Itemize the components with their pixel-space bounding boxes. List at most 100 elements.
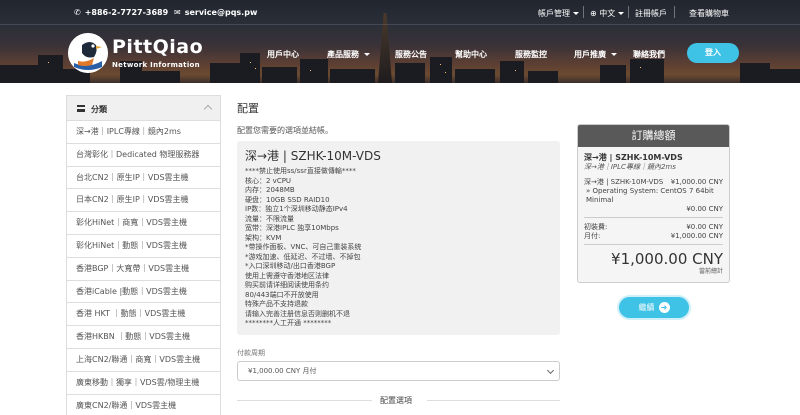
nav-help-center[interactable]: 幫助中心 bbox=[455, 49, 487, 60]
summary-os-line: Minimal bbox=[586, 196, 614, 204]
sidebar-item[interactable]: 彰化HiNet｜動態｜VDS雲主機 bbox=[66, 234, 221, 258]
sidebar-item[interactable]: 彰化HiNet｜商寬｜VDS雲主機 bbox=[66, 212, 221, 235]
category-sidebar: 分類 深→港｜IPLC專線｜鏡內2ms 台灣彰化｜Dedicated 物理服務器… bbox=[66, 95, 221, 415]
sidebar-item[interactable]: 台灣彰化｜Dedicated 物理服務器 bbox=[66, 143, 221, 167]
product-spec-line: 硬盘：10GB SSD RAID10 bbox=[245, 195, 330, 204]
sidebar-item[interactable]: 香港HKBN ｜動態｜VDS雲主機 bbox=[66, 326, 221, 349]
chevron-up-icon[interactable] bbox=[203, 104, 213, 114]
sidebar-item[interactable]: 香港 HKT ｜動態｜VDS雲主機 bbox=[66, 303, 221, 327]
product-spec-line: 购买前请详细阅读使用条约 bbox=[245, 281, 329, 289]
divider bbox=[584, 244, 723, 245]
sidebar-header[interactable]: 分類 bbox=[66, 95, 221, 121]
language-label: 中文 bbox=[599, 9, 616, 18]
sidebar-item[interactable]: 香港BGP｜大寬帶｜VDS雲主機 bbox=[66, 257, 221, 281]
monthly-label: 月付: bbox=[584, 232, 601, 240]
product-spec-line: *游戏加速、低延迟、不过墙、不掉包 bbox=[245, 252, 361, 261]
register-link[interactable]: 註冊帳戶 bbox=[635, 8, 667, 19]
language-selector[interactable]: ⊕ 中文 bbox=[590, 8, 625, 19]
billing-cycle-label: 付款周期 bbox=[237, 349, 265, 357]
view-cart-link[interactable]: 查看購物車 bbox=[689, 8, 729, 19]
product-spec-line: 请输入完善注册信息否则删机不退 bbox=[245, 309, 350, 318]
config-options-heading: 配置選項 bbox=[380, 396, 412, 405]
account-menu[interactable]: 帳戶管理 bbox=[538, 8, 579, 19]
order-summary: 訂購總額 深→港 | SZHK-10M-VDS 深→港｜IPLC專線｜鏡內2ms… bbox=[577, 124, 730, 283]
product-spec-line: 特殊产品不支持退款 bbox=[245, 300, 308, 308]
continue-label: 繼續 bbox=[638, 303, 655, 312]
continue-button[interactable]: 繼續 ➜ bbox=[619, 297, 689, 318]
nav-affiliates-label: 用戶推廣 bbox=[574, 50, 606, 59]
summary-total-label: 當前總計 bbox=[698, 268, 723, 275]
login-button[interactable]: 登入 bbox=[687, 43, 739, 63]
brand-subtitle: Network Information bbox=[112, 61, 200, 69]
nav-products[interactable]: 產品服務 bbox=[327, 49, 370, 60]
product-spec-line: 流量：不限流量 bbox=[245, 214, 294, 223]
summary-product-name: 深→港 | SZHK-10M-VDS bbox=[584, 153, 683, 162]
monthly-price: ¥1,000.00 CNY bbox=[670, 232, 723, 240]
arrow-right-icon: ➜ bbox=[658, 302, 670, 313]
line-item-label: 深→港 | SZHK-10M-VDS bbox=[584, 178, 664, 186]
sidebar-item[interactable]: 台北CN2｜原生IP｜VDS雲主機 bbox=[66, 166, 221, 190]
product-spec-line: 使用上需遵守香港地区法律 bbox=[245, 271, 329, 280]
nav-affiliates[interactable]: 用戶推廣 bbox=[574, 49, 617, 60]
billing-cycle-value: ¥1,000.00 CNY 月付 bbox=[248, 367, 317, 375]
list-icon bbox=[77, 105, 85, 112]
email-contact[interactable]: ✉ service@pqs.pw bbox=[174, 8, 257, 17]
chevron-down-icon bbox=[618, 12, 625, 15]
product-spec-line: ****禁止使用ss/ssr直接做傳輸**** bbox=[245, 167, 356, 175]
nav-contact-us[interactable]: 聯絡我們 bbox=[633, 49, 665, 60]
site-header: ✆ +886-2-7727-3689 ✉ service@pqs.pw 帳戶管理 ⊕… bbox=[0, 0, 800, 83]
product-spec-line: IP数：独立1个深圳移动静态IPv4 bbox=[245, 205, 348, 213]
line-item-price: ¥1,000.00 CNY bbox=[670, 178, 723, 186]
summary-product-group: 深→港｜IPLC專線｜鏡內2ms bbox=[584, 163, 676, 171]
chevron-down-icon bbox=[611, 53, 617, 56]
page-title: 配置 bbox=[237, 102, 259, 115]
nav-products-label: 產品服務 bbox=[327, 50, 359, 59]
sidebar-item[interactable]: 廣東移動｜獨享｜VDS雲/物理主機 bbox=[66, 371, 221, 395]
phone-icon: ✆ bbox=[74, 8, 81, 17]
bird-logo-icon bbox=[68, 33, 108, 73]
summary-monthly-row: 月付: ¥1,000.00 CNY bbox=[584, 232, 723, 241]
chevron-down-icon bbox=[364, 53, 370, 56]
product-spec-line: *入口深圳移动/出口香港BGP bbox=[245, 262, 336, 270]
divider bbox=[584, 217, 723, 218]
nav-user-center[interactable]: 用戶中心 bbox=[267, 49, 299, 60]
brand-name: PittQiao bbox=[112, 36, 204, 58]
sidebar-item[interactable]: 上海CN2/聯通｜商寬｜VDS雲主機 bbox=[66, 348, 221, 372]
summary-setup-row: 初裝費: ¥0.00 CNY bbox=[584, 223, 723, 232]
divider bbox=[583, 6, 584, 18]
envelope-icon: ✉ bbox=[174, 8, 181, 17]
sidebar-item[interactable]: 深→港｜IPLC專線｜鏡內2ms bbox=[66, 121, 221, 144]
product-spec-line: 宽带：深港IPLC 独享10Mbps bbox=[245, 224, 339, 232]
sidebar-title: 分類 bbox=[91, 105, 107, 114]
phone-contact[interactable]: ✆ +886-2-7727-3689 bbox=[74, 8, 168, 17]
divider bbox=[237, 400, 372, 401]
top-bar: ✆ +886-2-7727-3689 ✉ service@pqs.pw 帳戶管理 ⊕… bbox=[0, 0, 800, 25]
divider bbox=[674, 6, 675, 18]
sidebar-item[interactable]: 日本CN2｜原生IP｜VDS雲主機 bbox=[66, 189, 221, 213]
product-spec-line: 核心：2 vCPU bbox=[245, 176, 292, 185]
email-address: service@pqs.pw bbox=[184, 8, 258, 17]
product-name: 深→港 | SZHK-10M-VDS bbox=[245, 149, 381, 163]
chevron-down-icon bbox=[546, 366, 555, 375]
phone-number: +886-2-7727-3689 bbox=[84, 8, 169, 17]
sidebar-item[interactable]: 香港iCable |動態｜VDS雲主機 bbox=[66, 280, 221, 304]
product-spec-line: ********人工开通 ******** bbox=[245, 319, 332, 327]
product-spec-line: 架构：KVM bbox=[245, 233, 282, 242]
product-info-panel: 深→港 | SZHK-10M-VDS ****禁止使用ss/ssr直接做傳輸**… bbox=[237, 141, 560, 335]
globe-icon: ⊕ bbox=[590, 9, 597, 18]
setup-fee-label: 初裝費: bbox=[584, 223, 608, 231]
chevron-down-icon bbox=[573, 12, 579, 15]
product-spec-line: 80/443端口不开放使用 bbox=[245, 290, 319, 299]
nav-announcements[interactable]: 服務公告 bbox=[395, 49, 427, 60]
summary-line-item: 深→港 | SZHK-10M-VDS ¥1,000.00 CNY bbox=[584, 178, 723, 187]
sidebar-item[interactable]: 廣東CN2/聯通｜VDS雲主機 bbox=[66, 394, 221, 415]
setup-fee-price: ¥0.00 CNY bbox=[686, 223, 723, 231]
brand-logo[interactable] bbox=[68, 33, 108, 73]
summary-os-price-row: ¥0.00 CNY bbox=[584, 205, 723, 214]
summary-total: ¥1,000.00 CNY bbox=[611, 250, 723, 268]
nav-service-monitor[interactable]: 服務監控 bbox=[515, 49, 547, 60]
billing-cycle-select[interactable]: ¥1,000.00 CNY 月付 bbox=[237, 361, 560, 381]
divider bbox=[628, 6, 629, 18]
os-price: ¥0.00 CNY bbox=[686, 205, 723, 213]
summary-os-line: » Operating System: CentOS 7 64bit bbox=[586, 187, 714, 195]
